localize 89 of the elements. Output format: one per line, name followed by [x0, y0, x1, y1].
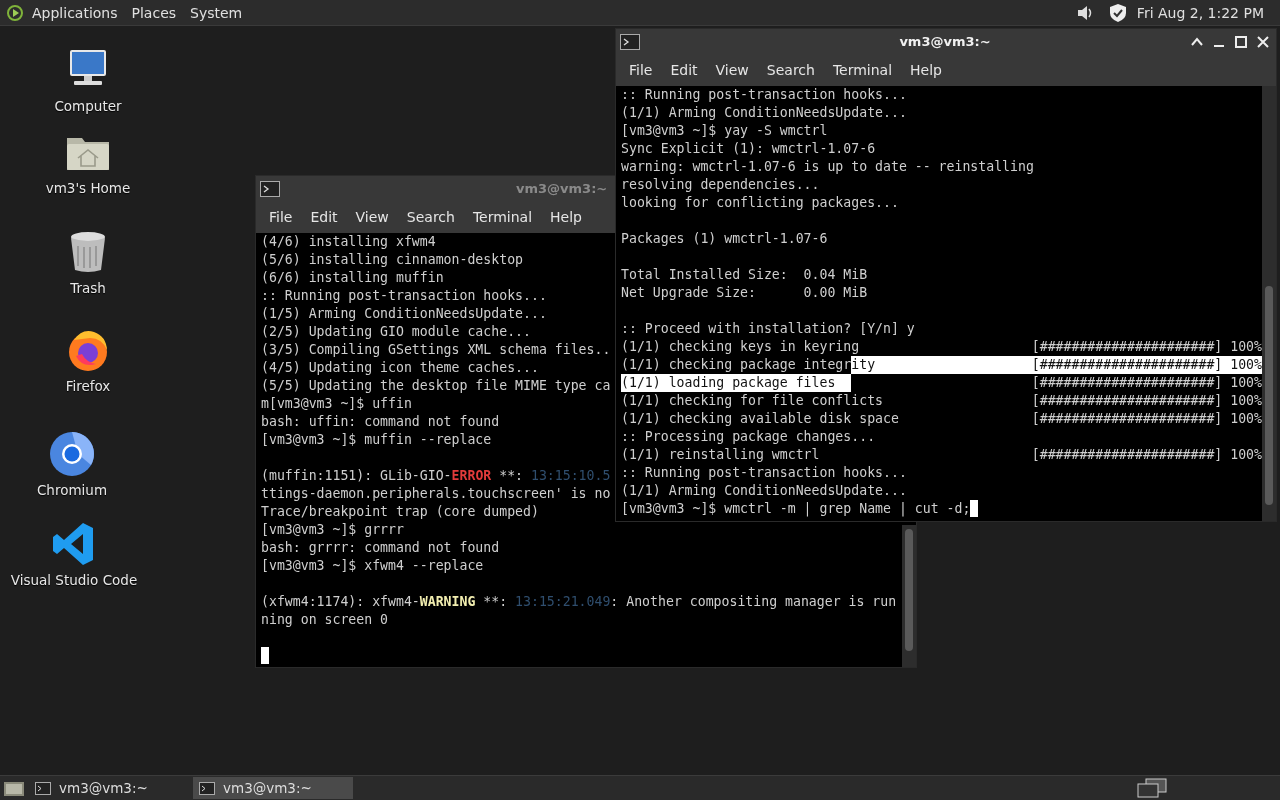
- terminal-line: :: Running post-transaction hooks...: [261, 288, 547, 303]
- window-title: vm3@vm3:~: [898, 34, 991, 49]
- menu-item[interactable]: Terminal: [823, 58, 902, 82]
- maximize-icon[interactable]: [1234, 34, 1248, 49]
- menu-item[interactable]: Search: [397, 205, 464, 229]
- progress-text: [######################] 100%: [1031, 374, 1262, 392]
- icon-label[interactable]: Visual Studio Code: [10, 572, 138, 588]
- selected-text: ity: [851, 356, 876, 374]
- menu-item[interactable]: Help: [901, 58, 951, 82]
- close-icon[interactable]: [1256, 34, 1270, 49]
- selected-text: (1/1) loading package files: [621, 374, 852, 392]
- terminal-icon: [35, 781, 51, 795]
- window-title: vm3@vm3:~: [516, 181, 608, 196]
- terminal-line: (1/1) Arming ConditionNeedsUpdate...: [621, 105, 907, 120]
- menu-item[interactable]: File: [260, 205, 302, 229]
- terminal-line: (1/1) checking available disk space: [621, 410, 899, 428]
- clock[interactable]: Fri Aug 2, 1:22 PM: [1128, 4, 1274, 21]
- menu-item[interactable]: View: [706, 58, 758, 82]
- terminal-line: ning on screen 0: [261, 612, 389, 627]
- icon-label[interactable]: Computer: [54, 98, 122, 114]
- menu-item[interactable]: Terminal: [463, 205, 542, 229]
- terminal-icon: [199, 781, 215, 795]
- terminal-line: [vm3@vm3 ~]$ xfwm4 --replace: [261, 558, 484, 573]
- panel-menu[interactable]: Places: [125, 2, 183, 23]
- icon-label[interactable]: Chromium: [36, 482, 108, 498]
- selected-text: [######################] 100%: [1031, 356, 1262, 374]
- workspace-icon[interactable]: [1136, 778, 1168, 798]
- terminal-line: (6/6) installing muffin: [261, 270, 444, 285]
- terminal-line: (1/1) checking package integr: [621, 356, 852, 374]
- terminal-line: [vm3@vm3 ~]$ grrrr: [261, 522, 404, 537]
- terminal-line: (1/1) reinstalling wmctrl: [621, 446, 820, 464]
- terminal-line: Packages (1) wmctrl-1.07-6: [621, 231, 828, 246]
- terminal-line: (1/1) checking keys in keyring: [621, 338, 860, 356]
- terminal-line: :: Proceed with installation? [Y/n] y: [621, 321, 915, 336]
- icon-label[interactable]: Trash: [70, 280, 106, 296]
- task-button[interactable]: vm3@vm3:~: [29, 777, 189, 799]
- terminal-line: :: Running post-transaction hooks...: [621, 87, 907, 102]
- terminal-line: looking for conflicting packages...: [621, 195, 899, 210]
- menu-item[interactable]: Search: [757, 58, 824, 82]
- terminal-line: [vm3@vm3 ~]$ wmctrl -m | grep Name | cut -d;: [621, 501, 971, 516]
- terminal-line: resolving dependencies...: [621, 177, 820, 192]
- terminal-line: bash: uffin: command not found: [261, 414, 500, 429]
- terminal-line: (muffin:1151): GLib-GIO-ERROR **: 13:15:10.5: [261, 468, 611, 483]
- desktop-icon[interactable]: [3, 779, 25, 797]
- menu-item[interactable]: View: [346, 205, 398, 229]
- icon-label[interactable]: vm3's Home: [45, 180, 131, 196]
- task-button[interactable]: vm3@vm3:~: [193, 777, 353, 799]
- terminal-line: [vm3@vm3 ~]$ muffin --replace: [261, 432, 492, 447]
- icon-label[interactable]: Firefox: [65, 378, 111, 394]
- panel-logo-icon[interactable]: [6, 3, 24, 22]
- terminal-line: Trace/breakpoint trap (core dumped): [261, 504, 539, 519]
- shield-icon[interactable]: [1108, 2, 1127, 23]
- terminal-line: warning: wmctrl-1.07-6 is up to date -- reinstalling: [621, 159, 1034, 174]
- terminal-line: (1/5) Arming ConditionNeedsUpdate...: [261, 306, 547, 321]
- terminal-line: (3/5) Compiling GSettings XML schema files..: [261, 342, 611, 357]
- panel-menu[interactable]: Applications: [26, 2, 124, 23]
- terminal-line: bash: grrrr: command not found: [261, 540, 500, 555]
- progress-text: [######################] 100%: [1031, 392, 1262, 410]
- progress-text: [######################] 100%: [1031, 410, 1262, 428]
- terminal-line: (5/6) installing cinnamon-desktop: [261, 252, 523, 267]
- terminal-line: [vm3@vm3 ~]$ yay -S wmctrl: [621, 123, 828, 138]
- terminal-line: (4/5) Updating icon theme caches...: [261, 360, 539, 375]
- panel-menu[interactable]: System: [184, 2, 249, 23]
- menu-item[interactable]: File: [620, 58, 662, 82]
- progress-text: [######################] 100%: [1031, 338, 1262, 356]
- terminal-line: (5/5) Updating the desktop file MIME type ca: [261, 378, 611, 393]
- scroll-thumb[interactable]: [905, 529, 913, 651]
- terminal-icon: [260, 180, 280, 197]
- terminal-icon: [620, 33, 640, 50]
- menu-item[interactable]: Edit: [661, 58, 707, 82]
- scroll-thumb[interactable]: [1265, 286, 1273, 505]
- terminal-line: :: Processing package changes...: [621, 429, 876, 444]
- menu-item[interactable]: Help: [541, 205, 591, 229]
- terminal-line: (2/5) Updating GIO module cache...: [261, 324, 531, 339]
- terminal-line: m[vm3@vm3 ~]$ uffin: [261, 396, 412, 411]
- menu-item[interactable]: Edit: [301, 205, 347, 229]
- terminal-line: ttings-daemon.peripherals.touchscreen' is no: [261, 486, 611, 501]
- ring-icon[interactable]: [48, 430, 96, 478]
- terminal-line: (xfwm4:1174): xfwm4-WARNING **: 13:15:21.049: Another compositing manager is run: [261, 594, 897, 609]
- terminal-line: (1/1) checking for file conflicts: [621, 392, 883, 410]
- terminal-line: Sync Explicit (1): wmctrl-1.07-6: [621, 141, 876, 156]
- scrollbar[interactable]: [902, 525, 916, 667]
- progress-text: [######################] 100%: [1031, 446, 1262, 464]
- terminal-line: Total Installed Size: 0.04 MiB: [621, 267, 868, 282]
- terminal-line: (4/6) installing xfwm4: [261, 234, 436, 249]
- terminal-line: (1/1) Arming ConditionNeedsUpdate...: [621, 483, 907, 498]
- terminal-line: Net Upgrade Size: 0.00 MiB: [621, 285, 868, 300]
- scrollbar[interactable]: [1262, 86, 1276, 521]
- terminal-line: :: Running post-transaction hooks...: [621, 465, 907, 480]
